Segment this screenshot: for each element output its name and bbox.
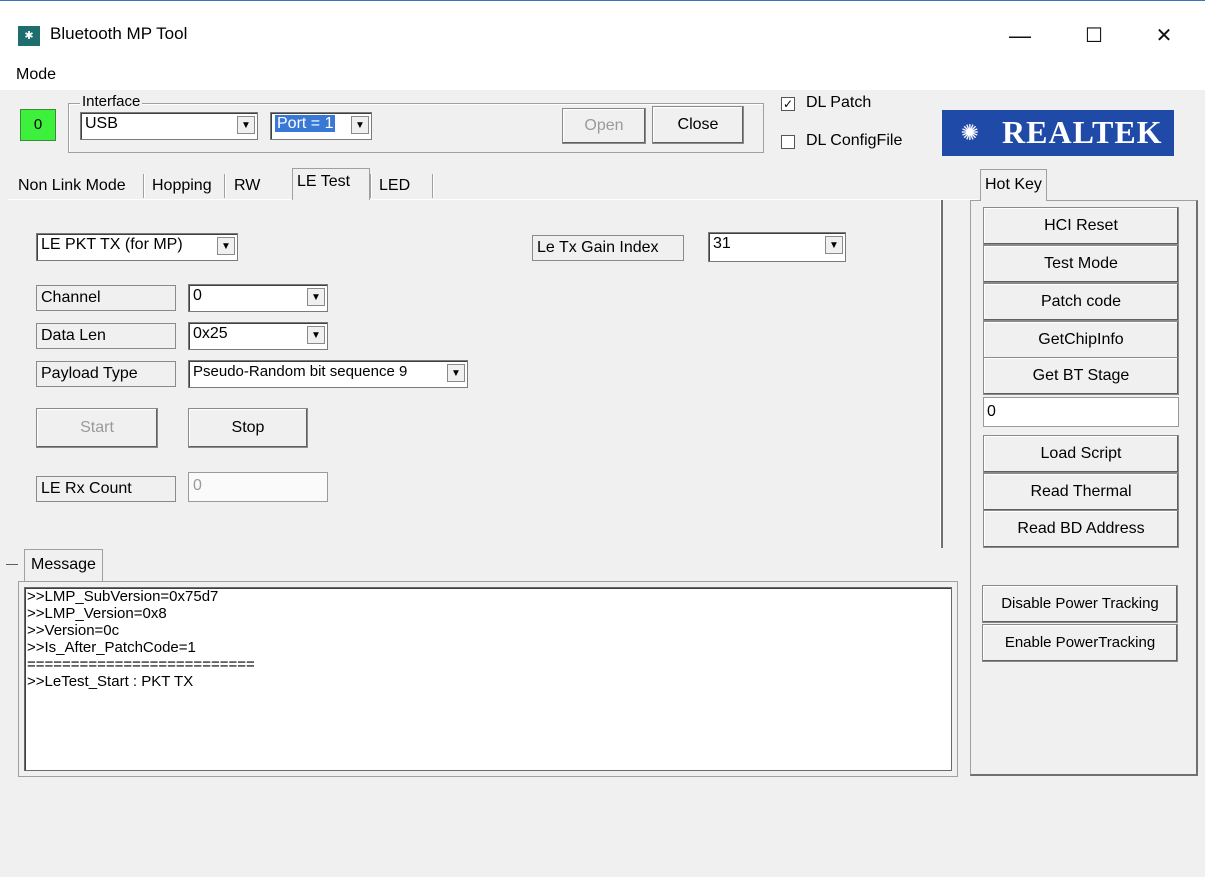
- tab-led[interactable]: LED: [375, 172, 414, 200]
- window-title: Bluetooth MP Tool: [50, 24, 188, 43]
- load-script-button[interactable]: Load Script: [983, 435, 1179, 473]
- port-select-value: Port = 1: [275, 115, 336, 132]
- close-button[interactable]: Close: [652, 106, 744, 144]
- get-chip-info-button[interactable]: GetChipInfo: [983, 321, 1179, 359]
- tab-rw[interactable]: RW: [230, 172, 264, 200]
- tab-strip-line: [8, 199, 978, 200]
- payload-type-label: Payload Type: [36, 361, 176, 387]
- tab-message[interactable]: Message: [24, 549, 103, 581]
- tab-panel-edge: [940, 200, 943, 548]
- gain-index-label: Le Tx Gain Index: [532, 235, 684, 261]
- disable-power-tracking-button[interactable]: Disable Power Tracking: [982, 585, 1178, 623]
- chevron-down-icon: ▼: [307, 288, 325, 306]
- tab-separator: [224, 174, 226, 198]
- chevron-down-icon: ▼: [307, 326, 325, 344]
- data-len-label: Data Len: [36, 323, 176, 349]
- tab-le-test[interactable]: LE Test: [292, 168, 370, 200]
- stop-button[interactable]: Stop: [188, 408, 308, 448]
- le-mode-select[interactable]: LE PKT TX (for MP) ▼: [36, 233, 238, 261]
- gain-index-value: 31: [713, 235, 731, 252]
- le-rx-count-label: LE Rx Count: [36, 476, 176, 502]
- payload-type-value: Pseudo-Random bit sequence 9: [193, 363, 408, 380]
- log-line: >>LeTest_Start : PKT TX: [27, 673, 194, 690]
- chevron-down-icon: ▼: [217, 237, 235, 255]
- open-button[interactable]: Open: [562, 108, 646, 144]
- dl-configfile-label: DL ConfigFile: [806, 132, 903, 149]
- hci-reset-button[interactable]: HCI Reset: [983, 207, 1179, 245]
- interface-group-label: Interface: [80, 93, 143, 110]
- message-log[interactable]: >>LMP_SubVersion=0x75d7 >>LMP_Version=0x…: [24, 587, 952, 771]
- maximize-icon[interactable]: ☐: [1074, 22, 1114, 50]
- hotkey-value-field[interactable]: 0: [983, 397, 1179, 427]
- data-len-select[interactable]: 0x25 ▼: [188, 322, 328, 350]
- tab-separator: [370, 174, 372, 198]
- patch-code-button[interactable]: Patch code: [983, 283, 1179, 321]
- chevron-down-icon: ▼: [351, 116, 369, 134]
- data-len-value: 0x25: [193, 325, 228, 342]
- log-line: >>Is_After_PatchCode=1: [27, 639, 196, 656]
- realtek-logo: ✺ REALTEK: [942, 110, 1174, 156]
- tab-hopping[interactable]: Hopping: [148, 172, 216, 200]
- le-mode-value: LE PKT TX (for MP): [41, 236, 183, 253]
- start-button[interactable]: Start: [36, 408, 158, 448]
- interface-select-value: USB: [85, 115, 118, 132]
- status-indicator: 0: [20, 109, 56, 141]
- channel-select[interactable]: 0 ▼: [188, 284, 328, 312]
- chevron-down-icon: ▼: [237, 116, 255, 134]
- channel-value: 0: [193, 287, 202, 304]
- dl-configfile-checkbox[interactable]: [781, 135, 795, 149]
- minimize-icon[interactable]: —: [1000, 22, 1040, 50]
- channel-label: Channel: [36, 285, 176, 311]
- logo-text: REALTEK: [1002, 114, 1163, 150]
- log-line: >>Version=0c: [27, 622, 120, 639]
- dl-patch-label: DL Patch: [806, 94, 872, 111]
- log-line: >>LMP_Version=0x8: [27, 605, 167, 622]
- tab-separator: [432, 174, 434, 198]
- app-icon: ✱: [18, 26, 40, 46]
- tab-hot-key[interactable]: Hot Key: [980, 169, 1047, 201]
- tab-separator: [143, 174, 145, 198]
- read-bd-address-button[interactable]: Read BD Address: [983, 510, 1179, 548]
- test-mode-button[interactable]: Test Mode: [983, 245, 1179, 283]
- dl-patch-checkbox[interactable]: ✓: [781, 97, 795, 111]
- log-line: ==========================: [27, 656, 255, 673]
- message-group-line: [6, 564, 18, 565]
- port-select[interactable]: Port = 1 ▼: [270, 112, 372, 140]
- window-top-border: [0, 0, 1205, 10]
- enable-power-tracking-button[interactable]: Enable PowerTracking: [982, 624, 1178, 662]
- interface-select[interactable]: USB ▼: [80, 112, 258, 140]
- tab-non-link-mode[interactable]: Non Link Mode: [14, 172, 130, 200]
- menu-mode[interactable]: Mode: [16, 66, 56, 84]
- gain-index-select[interactable]: 31 ▼: [708, 232, 846, 262]
- menu-bar: [0, 62, 1205, 90]
- le-rx-count-field[interactable]: 0: [188, 472, 328, 502]
- chevron-down-icon: ▼: [447, 364, 465, 382]
- log-line: >>LMP_SubVersion=0x75d7: [27, 588, 219, 605]
- crab-logo-icon: ✺: [960, 120, 980, 145]
- chevron-down-icon: ▼: [825, 236, 843, 254]
- read-thermal-button[interactable]: Read Thermal: [983, 473, 1179, 511]
- close-icon[interactable]: ✕: [1144, 22, 1184, 50]
- payload-type-select[interactable]: Pseudo-Random bit sequence 9 ▼: [188, 360, 468, 388]
- get-bt-stage-button[interactable]: Get BT Stage: [983, 357, 1179, 395]
